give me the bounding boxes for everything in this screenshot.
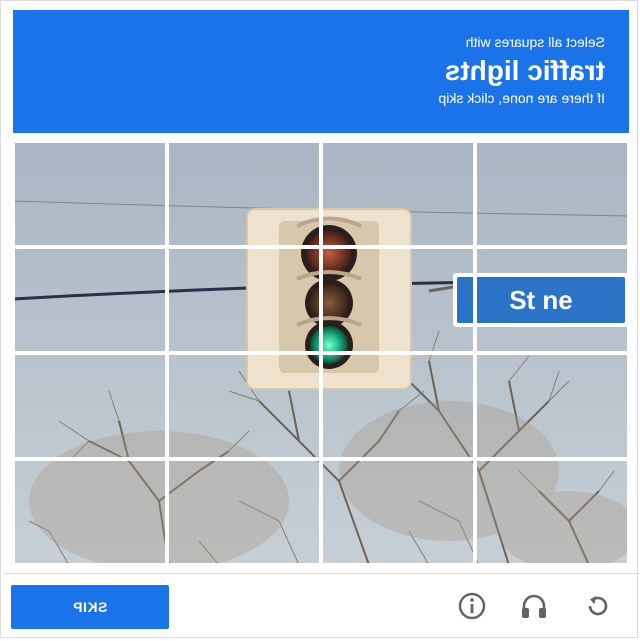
skip-button[interactable]: SKIP [11,585,169,629]
grid-tile[interactable] [167,141,321,247]
challenge-header: Select all squares with traffic lights I… [13,10,629,133]
reload-icon [588,596,608,616]
grid-tile[interactable] [167,459,321,565]
grid-tile[interactable] [475,141,629,247]
grid-tile[interactable] [321,459,475,565]
audio-button[interactable] [515,587,553,625]
skip-button-label: SKIP [72,599,108,615]
grid-tile[interactable] [321,353,475,459]
grid-tile[interactable] [475,247,629,353]
info-button[interactable] [453,587,491,625]
captcha-widget: Select all squares with traffic lights I… [0,0,640,641]
target-object: traffic lights [444,55,605,86]
grid-tile[interactable] [13,141,167,247]
skip-hint: If there are none, click skip [438,90,605,106]
mirrored-content: Select all squares with traffic lights I… [1,1,640,641]
grid-tile[interactable] [475,353,629,459]
grid-tile[interactable] [13,247,167,353]
image-grid: St ne [13,141,629,565]
grid-tile[interactable] [321,141,475,247]
footer-divider [3,573,640,574]
reload-button[interactable] [579,587,617,625]
instruction-line: Select all squares with [465,34,605,50]
grid-tile[interactable] [321,247,475,353]
grid-tile[interactable] [13,459,167,565]
grid-tile[interactable] [167,247,321,353]
info-icon [458,592,486,620]
grid-tile[interactable] [475,459,629,565]
headphones-icon [522,594,546,618]
grid-tile[interactable] [13,353,167,459]
grid-tile[interactable] [167,353,321,459]
